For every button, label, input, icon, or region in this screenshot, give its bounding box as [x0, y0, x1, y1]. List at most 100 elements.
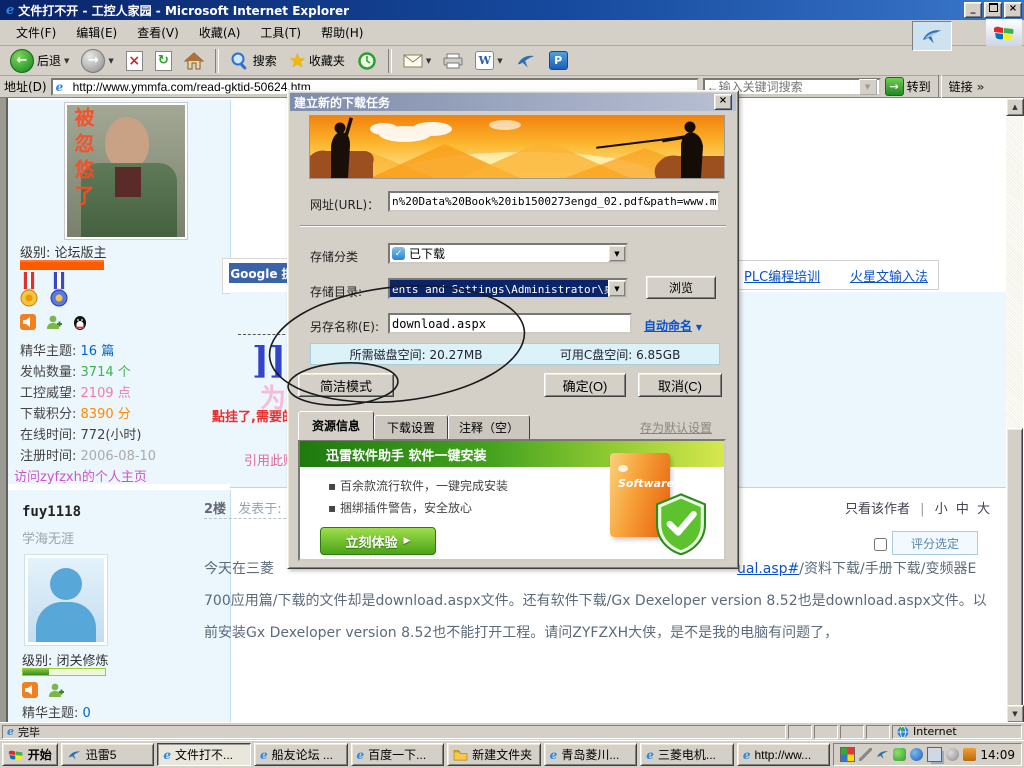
url-input[interactable]: [388, 191, 720, 212]
page-scrollbar[interactable]: ▲ ▼: [1006, 98, 1023, 722]
category-label: 存储分类: [310, 248, 358, 265]
scrollbar-thumb[interactable]: [1006, 428, 1023, 707]
dialog-ad-panel: 迅雷软件助手 软件一键安装 ▪ 百余款流行软件，一键完成安装 ▪ 捆绑插件警告，…: [298, 439, 726, 561]
software-box-label: Software: [618, 477, 674, 490]
ad-link-huoxing[interactable]: 火星文输入法: [850, 266, 928, 285]
links-label[interactable]: 链接: [949, 78, 973, 95]
task-http-page[interactable]: e http://ww...: [737, 743, 831, 766]
history-button[interactable]: [353, 47, 381, 75]
forward-dropdown-icon[interactable]: ▼: [108, 57, 113, 65]
poster1-homepage-link[interactable]: 访问zyfzxh的个人主页: [8, 466, 230, 482]
post2-header-left: 2楼 发表于: 1: [204, 498, 294, 517]
filename-input[interactable]: [388, 313, 632, 334]
forward-button[interactable]: → ▼: [77, 47, 117, 75]
font-size-large[interactable]: 大: [977, 502, 990, 517]
google-ad-button[interactable]: Google 提: [229, 263, 295, 283]
tray-thunder-icon[interactable]: [876, 748, 889, 761]
task-chuanyou-forum[interactable]: e 船友论坛 ...: [254, 743, 348, 766]
save-as-default-link[interactable]: 存为默认设置: [640, 419, 712, 436]
home-button[interactable]: [180, 47, 208, 75]
menu-help[interactable]: 帮助(H): [311, 21, 373, 44]
browse-button[interactable]: 浏览: [646, 276, 716, 299]
add-friend-icon[interactable]: [46, 314, 62, 330]
close-button[interactable]: ×: [1004, 2, 1022, 18]
poster2-level-fill: [23, 669, 49, 675]
toolbar-separator: [215, 49, 219, 73]
announce-icon[interactable]: [20, 314, 36, 330]
font-size-mid[interactable]: 中: [956, 502, 969, 517]
category-dropdown-icon[interactable]: ▼: [608, 245, 626, 262]
start-button[interactable]: 开始: [2, 743, 58, 766]
ad-cta-button[interactable]: 立刻体验 ▶: [320, 527, 436, 555]
back-dropdown-icon[interactable]: ▼: [64, 57, 69, 65]
filename-label: 另存名称(E):: [310, 318, 379, 335]
menu-edit[interactable]: 编辑(E): [66, 21, 127, 44]
tray-gray-icon[interactable]: [946, 748, 959, 761]
announce-icon[interactable]: [22, 682, 38, 698]
directory-dropdown-icon[interactable]: ▼: [608, 280, 626, 297]
menu-tools[interactable]: 工具(T): [250, 21, 311, 44]
mail-button[interactable]: ▼: [399, 47, 435, 75]
refresh-button[interactable]: ↻: [151, 47, 176, 75]
add-friend-icon[interactable]: [48, 682, 64, 698]
menu-file[interactable]: 文件(F): [6, 21, 66, 44]
ok-button[interactable]: 确定(O): [544, 373, 626, 397]
directory-combo[interactable]: ents and Settings\Administrator\桌面\ ▼: [388, 278, 628, 299]
back-button[interactable]: ← 后退 ▼: [6, 47, 73, 75]
windows-flag-icon: [993, 23, 1015, 43]
rate-button[interactable]: 评分选定: [892, 531, 978, 555]
menu-favorites[interactable]: 收藏(A): [189, 21, 251, 44]
qq-icon[interactable]: [72, 314, 88, 330]
thunder-toolbar-button[interactable]: [511, 47, 541, 75]
simple-mode-button[interactable]: 简洁模式: [298, 373, 394, 397]
tray-green-icon[interactable]: [893, 748, 906, 761]
tray-clock-app-icon[interactable]: [963, 748, 976, 761]
category-combo[interactable]: ✓ 已下载 ▼: [388, 243, 628, 264]
post-link[interactable]: ual.asp#: [737, 561, 799, 577]
menu-view[interactable]: 查看(V): [127, 21, 189, 44]
rate-checkbox[interactable]: [874, 538, 887, 551]
edit-dropdown-icon[interactable]: ▼: [497, 57, 502, 65]
go-arrow-icon: →: [885, 77, 904, 96]
cancel-button[interactable]: 取消(C): [638, 373, 722, 397]
go-button[interactable]: → 转到: [885, 77, 931, 96]
task-qingdao[interactable]: e 青岛菱川...: [544, 743, 638, 766]
font-size-small[interactable]: 小: [935, 502, 948, 517]
restore-button[interactable]: [984, 2, 1002, 18]
forward-icon: →: [81, 49, 105, 73]
task-current-page[interactable]: e 文件打不...: [157, 743, 251, 766]
dialog-title: 建立新的下载任务: [294, 94, 712, 111]
p-tool-button[interactable]: P: [545, 47, 572, 75]
view-author-link[interactable]: 只看该作者: [845, 502, 910, 517]
dialog-close-button[interactable]: ×: [714, 94, 732, 110]
favorites-button[interactable]: ★ 收藏夹: [285, 47, 349, 75]
ad-link-plc[interactable]: PLC编程培训: [744, 266, 820, 285]
task-new-folder[interactable]: 新建文件夹: [447, 743, 541, 766]
tray-app-icon[interactable]: [840, 747, 855, 762]
tab-resource-info[interactable]: 资源信息: [298, 411, 374, 440]
scroll-up-button[interactable]: ▲: [1006, 98, 1024, 116]
edit-word-button[interactable]: W ▼: [471, 47, 506, 75]
tray-network-globe-icon[interactable]: [910, 748, 923, 761]
poster2-name[interactable]: fuy1118: [22, 504, 81, 520]
keyword-dropdown-icon[interactable]: ▼: [859, 79, 877, 95]
autoname-link[interactable]: 自动命名 ▼: [644, 317, 702, 334]
tab-download-settings[interactable]: 下载设置: [374, 415, 448, 440]
tray-pen-icon[interactable]: [859, 748, 872, 761]
scroll-down-button[interactable]: ▼: [1006, 705, 1024, 722]
dialog-separator: [300, 225, 726, 227]
print-button[interactable]: [439, 47, 467, 75]
minimize-button[interactable]: _: [964, 2, 982, 18]
task-mitsubishi[interactable]: e 三菱电机...: [640, 743, 734, 766]
tray-monitors-icon[interactable]: [927, 747, 942, 762]
mail-dropdown-icon[interactable]: ▼: [426, 57, 431, 65]
poster1-level-bar: [20, 260, 104, 270]
links-chevron-icon[interactable]: »: [977, 80, 985, 94]
poster2-avatar: [24, 554, 108, 646]
dialog-title-bar[interactable]: 建立新的下载任务 ×: [290, 93, 736, 111]
task-thunder5[interactable]: 迅雷5: [61, 743, 155, 766]
search-button[interactable]: 搜索: [226, 47, 281, 75]
tab-comment[interactable]: 注释（空）: [448, 415, 530, 440]
stop-button[interactable]: ×: [122, 47, 147, 75]
task-baidu[interactable]: e 百度一下...: [351, 743, 445, 766]
